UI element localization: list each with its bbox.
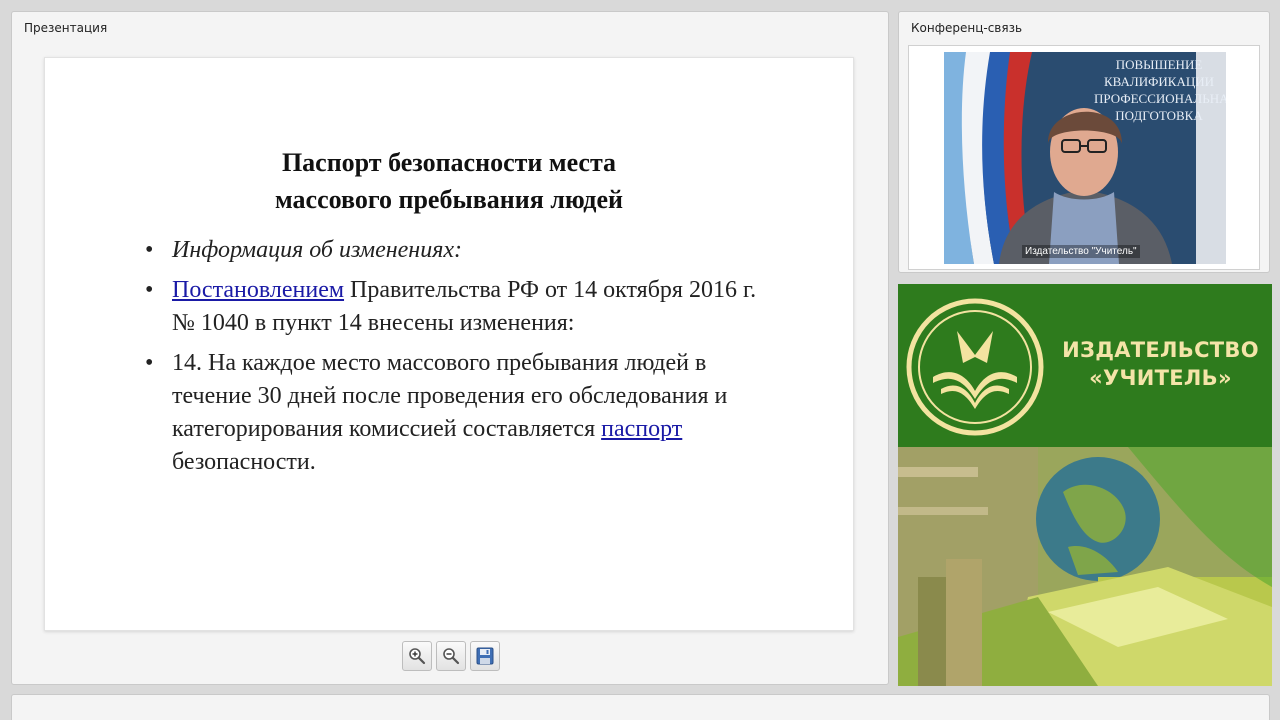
conference-panel-title: Конференц-связь	[911, 21, 1023, 35]
presentation-panel: Презентация Паспорт безопасности места м…	[11, 11, 889, 685]
slide-bullet-3: 14. На каждое место массового пребывания…	[145, 347, 765, 479]
save-button[interactable]	[470, 641, 500, 671]
publisher-banner: ИЗДАТЕЛЬСТВО «УЧИТЕЛЬ»	[898, 284, 1272, 686]
zoom-out-icon	[443, 648, 460, 665]
slide-bullet-1-text: Информация об изменениях:	[172, 237, 462, 263]
slide-bullet-2: Постановлением Правительства РФ от 14 ок…	[145, 274, 765, 340]
decree-link[interactable]: Постановлением	[172, 277, 344, 303]
passport-link[interactable]: паспорт	[601, 416, 682, 442]
webcam-video[interactable]: ПОВЫШЕНИЕ КВАЛИФИКАЦИИ ПРОФЕССИОНАЛЬНАЯ …	[944, 52, 1226, 264]
slide-bullet-3-text-after: безопасности.	[172, 449, 316, 475]
zoom-out-button[interactable]	[436, 641, 466, 671]
presentation-panel-title: Презентация	[24, 21, 108, 35]
publisher-banner-image	[898, 447, 1272, 686]
slide: Паспорт безопасности места массового пре…	[44, 57, 854, 631]
books-and-globe-illustration	[898, 447, 1272, 686]
video-participant-label: Издательство "Учитель"	[1022, 245, 1140, 258]
video-frame: ПОВЫШЕНИЕ КВАЛИФИКАЦИИ ПРОФЕССИОНАЛЬНАЯ …	[908, 45, 1260, 270]
slide-bullet-1: Информация об изменениях:	[145, 234, 765, 267]
publisher-name-line-2: «УЧИТЕЛЬ»	[1089, 366, 1232, 390]
video-background-poster-text: ПОВЫШЕНИЕ КВАЛИФИКАЦИИ ПРОФЕССИОНАЛЬНАЯ …	[1094, 57, 1226, 123]
slide-title: Паспорт безопасности места массового пре…	[45, 144, 853, 218]
publisher-name: ИЗДАТЕЛЬСТВО «УЧИТЕЛЬ»	[1058, 336, 1263, 392]
publisher-name-line-1: ИЗДАТЕЛЬСТВО	[1062, 338, 1259, 362]
zoom-in-icon	[409, 648, 426, 665]
conference-panel: Конференц-связь ПОВЫШЕНИЕ КВАЛИФИКАЦИИ П…	[898, 11, 1270, 273]
slide-title-line-2: массового пребывания людей	[275, 185, 623, 214]
floppy-disk-icon	[476, 647, 494, 665]
slide-bullet-list: Информация об изменениях: Постановлением…	[145, 234, 765, 486]
bottom-panel	[11, 694, 1270, 720]
publisher-logo-icon	[906, 298, 1044, 436]
slide-title-line-1: Паспорт безопасности места	[281, 148, 617, 177]
publisher-banner-header: ИЗДАТЕЛЬСТВО «УЧИТЕЛЬ»	[898, 284, 1272, 447]
zoom-in-button[interactable]	[402, 641, 432, 671]
presentation-toolbar	[402, 641, 500, 671]
